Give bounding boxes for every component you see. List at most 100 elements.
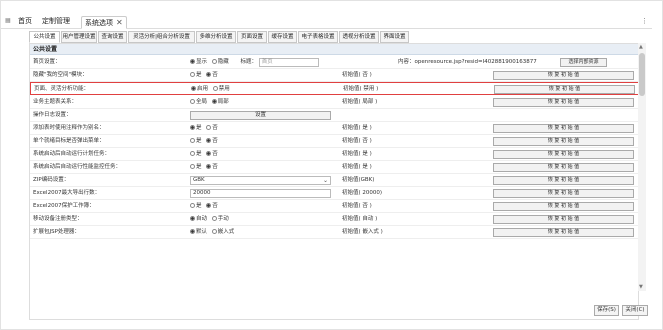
initial-value: 初始值(GBK) xyxy=(342,177,375,183)
restore-default-button[interactable]: 恢 复 初 始 值 xyxy=(493,98,634,107)
subtab-page[interactable]: 页面设置 xyxy=(237,31,267,43)
row-scheduled-tasks: 系统启动后自动运行计划任务： 是 否 初始值( 是 ) 恢 复 初 始 值 xyxy=(30,148,638,161)
section-title: 公共设置 xyxy=(30,44,638,55)
restore-default-button[interactable]: 恢 复 初 始 值 xyxy=(494,85,635,94)
row-mobile-register: 移动设备注册类型： 自动 手动 初始值( 自动 ) 恢 复 初 始 值 xyxy=(30,213,638,226)
radio-local[interactable] xyxy=(211,99,217,104)
subtab-multidim-analysis[interactable]: 多维分析设置 xyxy=(196,31,236,43)
radio-label: 隐藏 xyxy=(217,59,229,65)
radio-no[interactable] xyxy=(206,72,212,77)
restore-default-button[interactable]: 恢 复 初 始 值 xyxy=(493,137,634,146)
save-button[interactable]: 保存(S) xyxy=(594,305,619,316)
radio-yes[interactable] xyxy=(190,151,195,156)
radio-group: 是 否 xyxy=(190,200,218,213)
scroll-down-icon[interactable]: ▼ xyxy=(639,284,643,290)
subtab-interface[interactable]: 界面设置 xyxy=(380,31,409,43)
restore-default-button[interactable]: 恢 复 初 始 值 xyxy=(493,189,634,198)
row-label: 移动设备注册类型： xyxy=(33,216,83,222)
radio-embedded[interactable] xyxy=(211,229,217,234)
radio-yes[interactable] xyxy=(190,203,195,208)
restore-default-button[interactable]: 恢 复 初 始 值 xyxy=(493,202,634,211)
radio-no[interactable] xyxy=(206,203,212,208)
restore-default-button[interactable]: 恢 复 初 始 值 xyxy=(493,150,634,159)
radio-enable[interactable] xyxy=(191,86,196,91)
radio-label: 否 xyxy=(212,138,218,144)
more-vertical-icon[interactable]: ⋮ xyxy=(641,17,648,25)
subtab-pivot[interactable]: 透视分析设置 xyxy=(339,31,379,43)
row-popup-menu: 单个就绪目标是否弹出菜单： 是 否 初始值( 否 ) 恢 复 初 始 值 xyxy=(30,135,638,148)
zip-encoding-select[interactable]: GBK ⌄ xyxy=(190,176,331,185)
radio-hide[interactable] xyxy=(211,59,217,64)
select-resource-button[interactable]: 选择内部资源 xyxy=(560,58,607,67)
radio-no[interactable] xyxy=(206,138,212,143)
radio-yes[interactable] xyxy=(190,164,195,169)
radio-label: 是 xyxy=(196,138,202,144)
radio-label: 是 xyxy=(196,125,202,131)
subtab-flexible-analysis[interactable]: 灵活分析|组合分析设置 xyxy=(128,31,195,43)
row-label: 首页设置： xyxy=(33,59,61,65)
row-jsp-handler: 扩展包JSP处理器： 默认 嵌入式 初始值( 嵌入式 ) 恢 复 初 始 值 xyxy=(30,226,638,239)
row-page-flexible-analysis: 页面、灵活分析功能： 启用 禁用 初始值( 禁用 ) 恢 复 初 始 值 xyxy=(30,82,638,96)
radio-default[interactable] xyxy=(190,229,195,234)
radio-yes[interactable] xyxy=(190,125,195,130)
restore-default-button[interactable]: 恢 复 初 始 值 xyxy=(493,163,634,172)
initial-value: 初始值( 20000) xyxy=(342,190,383,196)
restore-default-button[interactable]: 恢 复 初 始 值 xyxy=(493,228,634,237)
initial-value: 初始值( 是 ) xyxy=(342,164,372,170)
radio-label: 局部 xyxy=(217,99,229,105)
initial-value: 初始值( 否 ) xyxy=(342,203,372,209)
radio-label: 禁用 xyxy=(218,86,230,92)
radio-global[interactable] xyxy=(190,99,195,104)
row-label: Excel2007最大导出行数： xyxy=(33,190,101,196)
radio-no[interactable] xyxy=(206,164,212,169)
settings-button[interactable]: 设置 xyxy=(190,111,331,120)
radio-show[interactable] xyxy=(190,59,195,64)
row-label: 隐藏"我的空间"模块： xyxy=(33,72,88,78)
restore-default-button[interactable]: 恢 复 初 始 值 xyxy=(493,71,634,80)
row-label: 添加表时使用注释作为别名： xyxy=(33,125,105,131)
radio-no[interactable] xyxy=(206,151,212,156)
row-business-theme-relation: 业务主题表关系： 全局 局部 初始值( 局部 ) 恢 复 初 始 值 xyxy=(30,96,638,109)
max-rows-input[interactable]: 20000 xyxy=(190,189,331,198)
tab-system-options[interactable]: 系统选项 ✕ xyxy=(81,16,127,29)
row-homepage: 首页设置： 显示 隐藏 标题： 首页 内容：openresource.jsp?r… xyxy=(30,56,638,69)
radio-group: 全局 局部 xyxy=(190,96,229,109)
vertical-scrollbar[interactable]: ▲ ▼ xyxy=(638,43,646,291)
subtab-cache[interactable]: 缓存设置 xyxy=(268,31,297,43)
radio-label: 是 xyxy=(196,164,202,170)
initial-value: 初始值( 是 ) xyxy=(342,151,372,157)
scroll-up-icon[interactable]: ▲ xyxy=(639,44,643,50)
subtab-user-management[interactable]: 用户管理设置 xyxy=(61,31,97,43)
radio-label: 默认 xyxy=(196,229,208,235)
grid-menu-icon[interactable]: ▦ xyxy=(5,18,11,24)
radio-auto[interactable] xyxy=(190,216,195,221)
radio-group: 是 否 xyxy=(190,69,218,82)
tab-home[interactable]: 首页 xyxy=(15,16,35,29)
row-label: 系统启动后自动运行计划任务： xyxy=(33,151,111,157)
radio-label: 是 xyxy=(196,72,202,78)
subtab-query[interactable]: 查询设置 xyxy=(98,31,127,43)
row-hide-my-space: 隐藏"我的空间"模块： 是 否 初始值( 否 ) 恢 复 初 始 值 xyxy=(30,69,638,82)
radio-no[interactable] xyxy=(206,125,212,130)
radio-label: 是 xyxy=(196,203,202,209)
restore-default-button[interactable]: 恢 复 初 始 值 xyxy=(493,215,634,224)
tab-custom-management[interactable]: 定制管理 xyxy=(39,16,73,29)
close-icon[interactable]: ✕ xyxy=(116,18,123,27)
radio-group: 是 否 xyxy=(190,148,218,161)
close-button[interactable]: 关闭(C) xyxy=(622,305,648,316)
row-label: 单个就绪目标是否弹出菜单： xyxy=(33,138,105,144)
row-operation-log: 操作日志设置： 设置 xyxy=(30,109,638,122)
radio-manual[interactable] xyxy=(211,216,217,221)
subtab-public[interactable]: 公共设置 xyxy=(29,31,60,43)
restore-default-button[interactable]: 恢 复 初 始 值 xyxy=(493,124,634,133)
subtab-spreadsheet[interactable]: 电子表格设置 xyxy=(298,31,338,43)
radio-label: 全局 xyxy=(196,99,208,105)
radio-disable[interactable] xyxy=(212,86,218,91)
radio-group: 启用 禁用 xyxy=(191,83,230,96)
title-input[interactable]: 首页 xyxy=(258,58,319,67)
scrollbar-thumb[interactable] xyxy=(639,53,645,96)
radio-yes[interactable] xyxy=(190,138,195,143)
radio-yes[interactable] xyxy=(190,72,195,77)
radio-label: 否 xyxy=(212,203,218,209)
restore-default-button[interactable]: 恢 复 初 始 值 xyxy=(493,176,634,185)
